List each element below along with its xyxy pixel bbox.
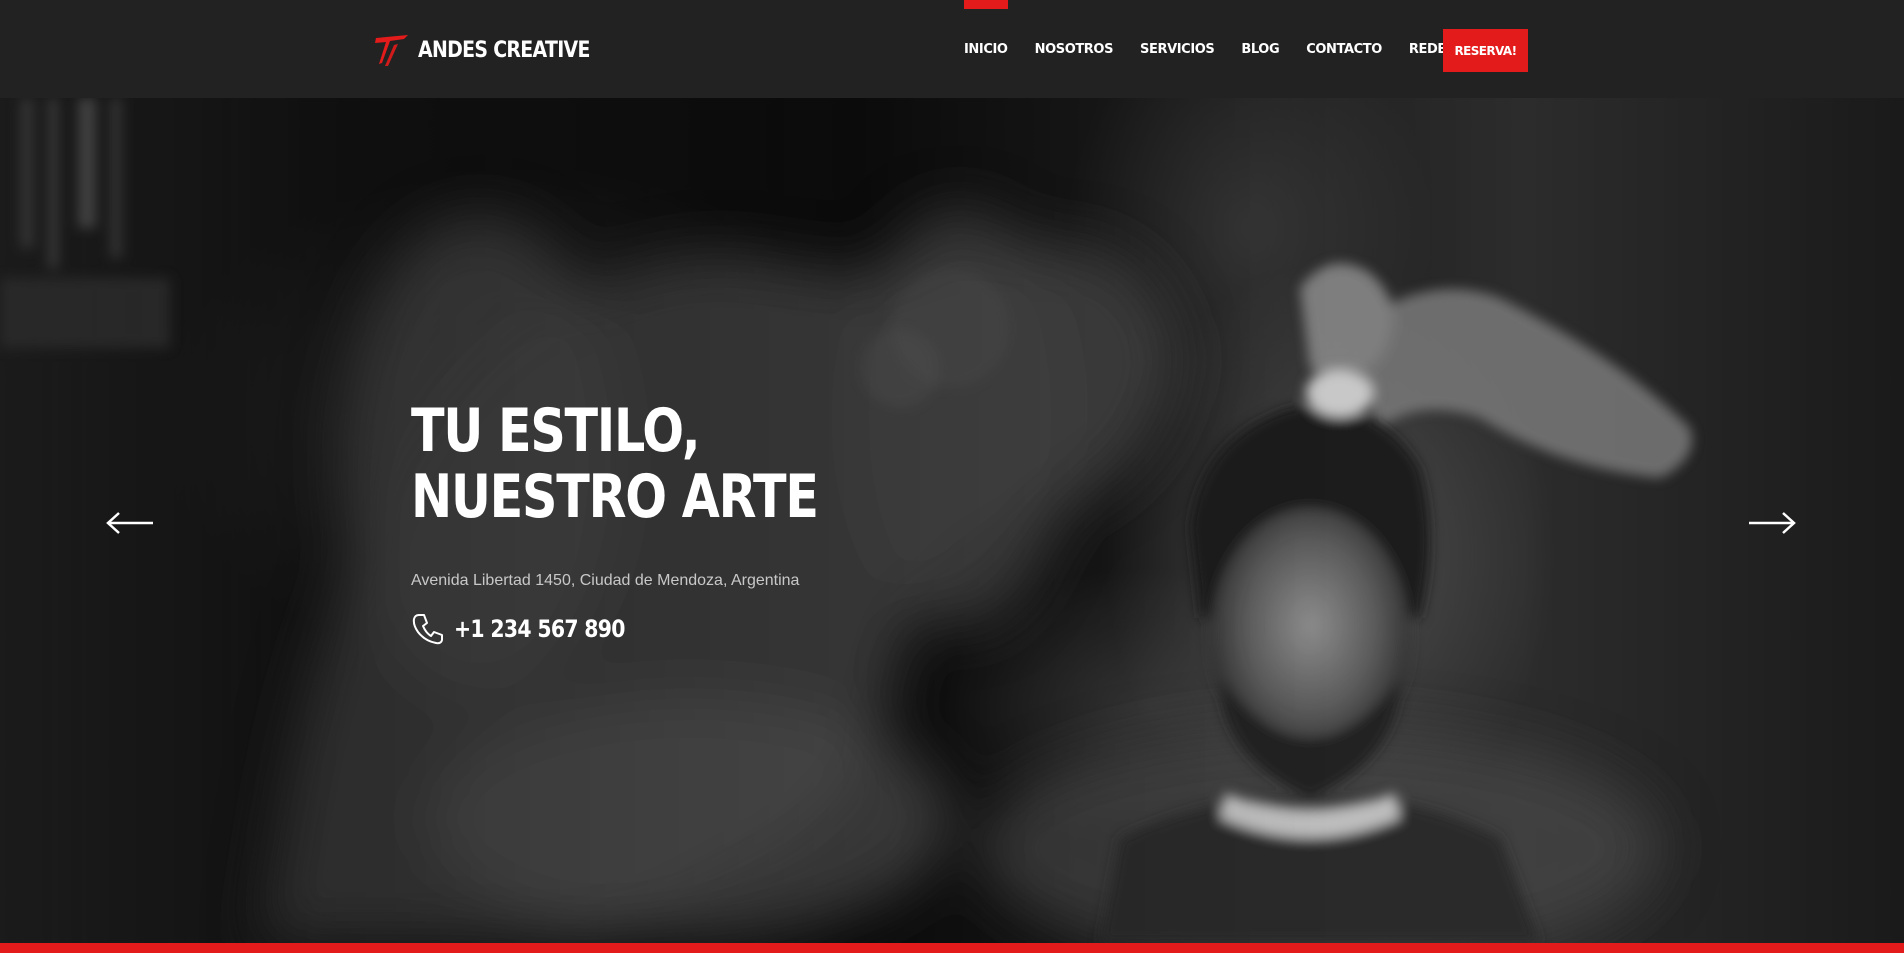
hero-overlay <box>0 98 1904 943</box>
brand-name: ANDES CREATIVE <box>418 37 590 63</box>
page: ANDES CREATIVE INICIO NOSOTROS SERVICIOS… <box>0 0 1904 953</box>
logo-mark-icon <box>375 35 408 66</box>
bottom-accent-bar <box>0 943 1904 953</box>
nav-item-contacto[interactable]: CONTACTO <box>1306 0 1382 98</box>
phone-icon <box>412 614 443 645</box>
hero-title: TU ESTILO, NUESTRO ARTE <box>411 396 819 532</box>
hero-slider: TU ESTILO, NUESTRO ARTE Avenida Libertad… <box>0 98 1904 943</box>
site-header: ANDES CREATIVE INICIO NOSOTROS SERVICIOS… <box>0 0 1904 98</box>
hero-title-line-1: TU ESTILO, <box>411 396 701 466</box>
hero-phone-link[interactable]: +1 234 567 890 <box>411 612 655 646</box>
phone-number: +1 234 567 890 <box>454 615 626 643</box>
main-nav: INICIO NOSOTROS SERVICIOS BLOG CONTACTO … <box>964 0 1482 98</box>
nav-item-blog[interactable]: BLOG <box>1241 0 1279 98</box>
brand-logo[interactable]: ANDES CREATIVE <box>374 32 618 68</box>
hero-title-line-2: NUESTRO ARTE <box>411 462 819 532</box>
arrow-right-icon[interactable] <box>1747 508 1797 538</box>
reserve-button[interactable]: RESERVA! <box>1443 29 1528 72</box>
nav-item-inicio[interactable]: INICIO <box>964 0 1008 98</box>
nav-item-nosotros[interactable]: NOSOTROS <box>1035 0 1114 98</box>
nav-item-servicios[interactable]: SERVICIOS <box>1140 0 1215 98</box>
arrow-left-icon[interactable] <box>105 508 155 538</box>
hero-address: Avenida Libertad 1450, Ciudad de Mendoza… <box>411 572 800 589</box>
